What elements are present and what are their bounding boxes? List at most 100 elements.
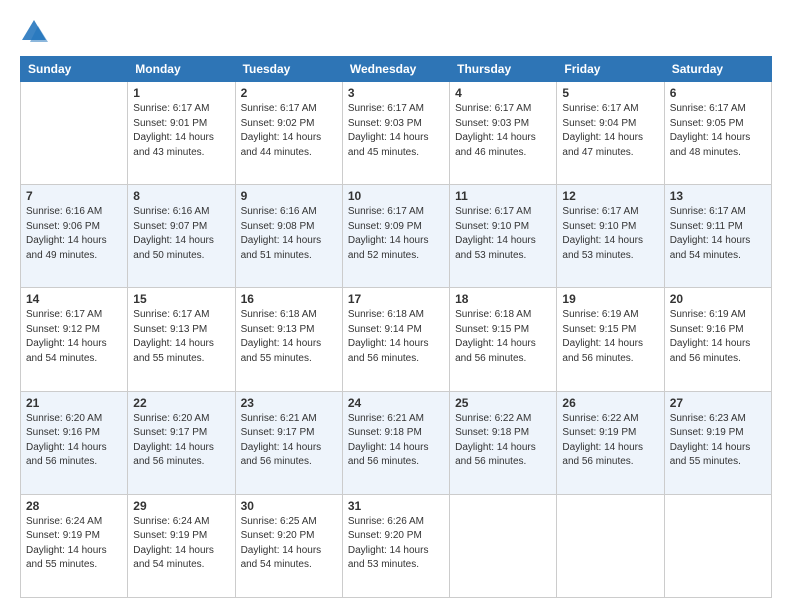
day-number: 2	[241, 86, 337, 100]
day-info: Sunrise: 6:20 AM Sunset: 9:16 PM Dayligh…	[26, 412, 122, 470]
day-info: Sunrise: 6:18 AM Sunset: 9:14 PM Dayligh…	[348, 308, 444, 366]
calendar-cell: 6 Sunrise: 6:17 AM Sunset: 9:05 PM Daylig…	[664, 82, 771, 185]
calendar-cell: 5 Sunrise: 6:17 AM Sunset: 9:04 PM Daylig…	[557, 82, 664, 185]
day-info: Sunrise: 6:16 AM Sunset: 9:08 PM Dayligh…	[241, 205, 337, 263]
calendar-table: SundayMondayTuesdayWednesdayThursdayFrid…	[20, 56, 772, 598]
day-info: Sunrise: 6:19 AM Sunset: 9:15 PM Dayligh…	[562, 308, 658, 366]
calendar-cell: 29Sunrise: 6:24 AM Sunset: 9:19 PM Dayli…	[128, 494, 235, 597]
calendar-cell: 26 Sunrise: 6:22 AM Sunset: 9:19 PM Dayli…	[557, 391, 664, 494]
calendar-cell: 8Sunrise: 6:16 AM Sunset: 9:07 PM Daylig…	[128, 185, 235, 288]
day-number: 26	[562, 396, 658, 410]
calendar-cell: 27 Sunrise: 6:23 AM Sunset: 9:19 PM Dayli…	[664, 391, 771, 494]
calendar-cell: 14Sunrise: 6:17 AM Sunset: 9:12 PM Dayli…	[21, 288, 128, 391]
day-number: 30	[241, 499, 337, 513]
day-number: 11	[455, 189, 551, 203]
calendar-cell: 17 Sunrise: 6:18 AM Sunset: 9:14 PM Dayli…	[342, 288, 449, 391]
calendar-cell: 9 Sunrise: 6:16 AM Sunset: 9:08 PM Daylig…	[235, 185, 342, 288]
day-number: 20	[670, 292, 766, 306]
calendar-week-row: 1 Sunrise: 6:17 AM Sunset: 9:01 PM Daylig…	[21, 82, 772, 185]
calendar-cell	[450, 494, 557, 597]
calendar-cell: 30 Sunrise: 6:25 AM Sunset: 9:20 PM Dayli…	[235, 494, 342, 597]
calendar-week-row: 7 Sunrise: 6:16 AM Sunset: 9:06 PM Daylig…	[21, 185, 772, 288]
day-info: Sunrise: 6:16 AM Sunset: 9:07 PM Dayligh…	[133, 205, 229, 263]
day-number: 1	[133, 86, 229, 100]
calendar-cell: 28 Sunrise: 6:24 AM Sunset: 9:19 PM Dayli…	[21, 494, 128, 597]
day-number: 24	[348, 396, 444, 410]
day-number: 9	[241, 189, 337, 203]
calendar-cell	[557, 494, 664, 597]
calendar-header-wednesday: Wednesday	[342, 57, 449, 82]
day-info: Sunrise: 6:24 AM Sunset: 9:19 PM Dayligh…	[133, 515, 229, 573]
calendar-cell: 10Sunrise: 6:17 AM Sunset: 9:09 PM Dayli…	[342, 185, 449, 288]
day-info: Sunrise: 6:17 AM Sunset: 9:13 PM Dayligh…	[133, 308, 229, 366]
day-number: 7	[26, 189, 122, 203]
day-info: Sunrise: 6:16 AM Sunset: 9:06 PM Dayligh…	[26, 205, 122, 263]
logo	[20, 18, 52, 46]
day-number: 18	[455, 292, 551, 306]
day-info: Sunrise: 6:19 AM Sunset: 9:16 PM Dayligh…	[670, 308, 766, 366]
calendar-header-thursday: Thursday	[450, 57, 557, 82]
calendar-header-sunday: Sunday	[21, 57, 128, 82]
calendar-week-row: 14Sunrise: 6:17 AM Sunset: 9:12 PM Dayli…	[21, 288, 772, 391]
day-number: 27	[670, 396, 766, 410]
day-info: Sunrise: 6:17 AM Sunset: 9:12 PM Dayligh…	[26, 308, 122, 366]
day-info: Sunrise: 6:17 AM Sunset: 9:03 PM Dayligh…	[455, 102, 551, 160]
day-number: 15	[133, 292, 229, 306]
calendar-header-saturday: Saturday	[664, 57, 771, 82]
calendar-week-row: 28 Sunrise: 6:24 AM Sunset: 9:19 PM Dayli…	[21, 494, 772, 597]
day-number: 19	[562, 292, 658, 306]
day-info: Sunrise: 6:22 AM Sunset: 9:19 PM Dayligh…	[562, 412, 658, 470]
day-info: Sunrise: 6:17 AM Sunset: 9:04 PM Dayligh…	[562, 102, 658, 160]
day-info: Sunrise: 6:25 AM Sunset: 9:20 PM Dayligh…	[241, 515, 337, 573]
day-info: Sunrise: 6:21 AM Sunset: 9:17 PM Dayligh…	[241, 412, 337, 470]
day-info: Sunrise: 6:20 AM Sunset: 9:17 PM Dayligh…	[133, 412, 229, 470]
day-number: 16	[241, 292, 337, 306]
day-number: 4	[455, 86, 551, 100]
day-number: 22	[133, 396, 229, 410]
logo-icon	[20, 18, 48, 46]
header	[20, 18, 772, 46]
calendar-header-row: SundayMondayTuesdayWednesdayThursdayFrid…	[21, 57, 772, 82]
calendar-header-monday: Monday	[128, 57, 235, 82]
day-info: Sunrise: 6:17 AM Sunset: 9:01 PM Dayligh…	[133, 102, 229, 160]
day-info: Sunrise: 6:17 AM Sunset: 9:11 PM Dayligh…	[670, 205, 766, 263]
day-info: Sunrise: 6:17 AM Sunset: 9:10 PM Dayligh…	[455, 205, 551, 263]
calendar-cell: 15 Sunrise: 6:17 AM Sunset: 9:13 PM Dayli…	[128, 288, 235, 391]
calendar-cell: 19 Sunrise: 6:19 AM Sunset: 9:15 PM Dayli…	[557, 288, 664, 391]
calendar-cell: 4 Sunrise: 6:17 AM Sunset: 9:03 PM Daylig…	[450, 82, 557, 185]
calendar-week-row: 21 Sunrise: 6:20 AM Sunset: 9:16 PM Dayli…	[21, 391, 772, 494]
day-number: 13	[670, 189, 766, 203]
calendar-cell: 3Sunrise: 6:17 AM Sunset: 9:03 PM Daylig…	[342, 82, 449, 185]
calendar-cell: 31 Sunrise: 6:26 AM Sunset: 9:20 PM Dayli…	[342, 494, 449, 597]
day-info: Sunrise: 6:17 AM Sunset: 9:03 PM Dayligh…	[348, 102, 444, 160]
calendar-cell: 16 Sunrise: 6:18 AM Sunset: 9:13 PM Dayli…	[235, 288, 342, 391]
day-info: Sunrise: 6:24 AM Sunset: 9:19 PM Dayligh…	[26, 515, 122, 573]
day-info: Sunrise: 6:26 AM Sunset: 9:20 PM Dayligh…	[348, 515, 444, 573]
day-info: Sunrise: 6:23 AM Sunset: 9:19 PM Dayligh…	[670, 412, 766, 470]
page: SundayMondayTuesdayWednesdayThursdayFrid…	[0, 0, 792, 612]
calendar-cell: 24Sunrise: 6:21 AM Sunset: 9:18 PM Dayli…	[342, 391, 449, 494]
day-number: 6	[670, 86, 766, 100]
day-number: 17	[348, 292, 444, 306]
calendar-header-friday: Friday	[557, 57, 664, 82]
calendar-cell: 20 Sunrise: 6:19 AM Sunset: 9:16 PM Dayli…	[664, 288, 771, 391]
calendar-cell: 13 Sunrise: 6:17 AM Sunset: 9:11 PM Dayli…	[664, 185, 771, 288]
day-info: Sunrise: 6:22 AM Sunset: 9:18 PM Dayligh…	[455, 412, 551, 470]
day-number: 28	[26, 499, 122, 513]
day-info: Sunrise: 6:17 AM Sunset: 9:05 PM Dayligh…	[670, 102, 766, 160]
day-info: Sunrise: 6:17 AM Sunset: 9:02 PM Dayligh…	[241, 102, 337, 160]
calendar-cell: 2 Sunrise: 6:17 AM Sunset: 9:02 PM Daylig…	[235, 82, 342, 185]
calendar-cell: 1 Sunrise: 6:17 AM Sunset: 9:01 PM Daylig…	[128, 82, 235, 185]
calendar-cell	[664, 494, 771, 597]
calendar-cell	[21, 82, 128, 185]
calendar-header-tuesday: Tuesday	[235, 57, 342, 82]
day-number: 5	[562, 86, 658, 100]
day-number: 21	[26, 396, 122, 410]
calendar-cell: 11 Sunrise: 6:17 AM Sunset: 9:10 PM Dayli…	[450, 185, 557, 288]
calendar-cell: 21 Sunrise: 6:20 AM Sunset: 9:16 PM Dayli…	[21, 391, 128, 494]
day-info: Sunrise: 6:18 AM Sunset: 9:13 PM Dayligh…	[241, 308, 337, 366]
calendar-cell: 18Sunrise: 6:18 AM Sunset: 9:15 PM Dayli…	[450, 288, 557, 391]
day-number: 31	[348, 499, 444, 513]
calendar-cell: 22 Sunrise: 6:20 AM Sunset: 9:17 PM Dayli…	[128, 391, 235, 494]
day-number: 12	[562, 189, 658, 203]
